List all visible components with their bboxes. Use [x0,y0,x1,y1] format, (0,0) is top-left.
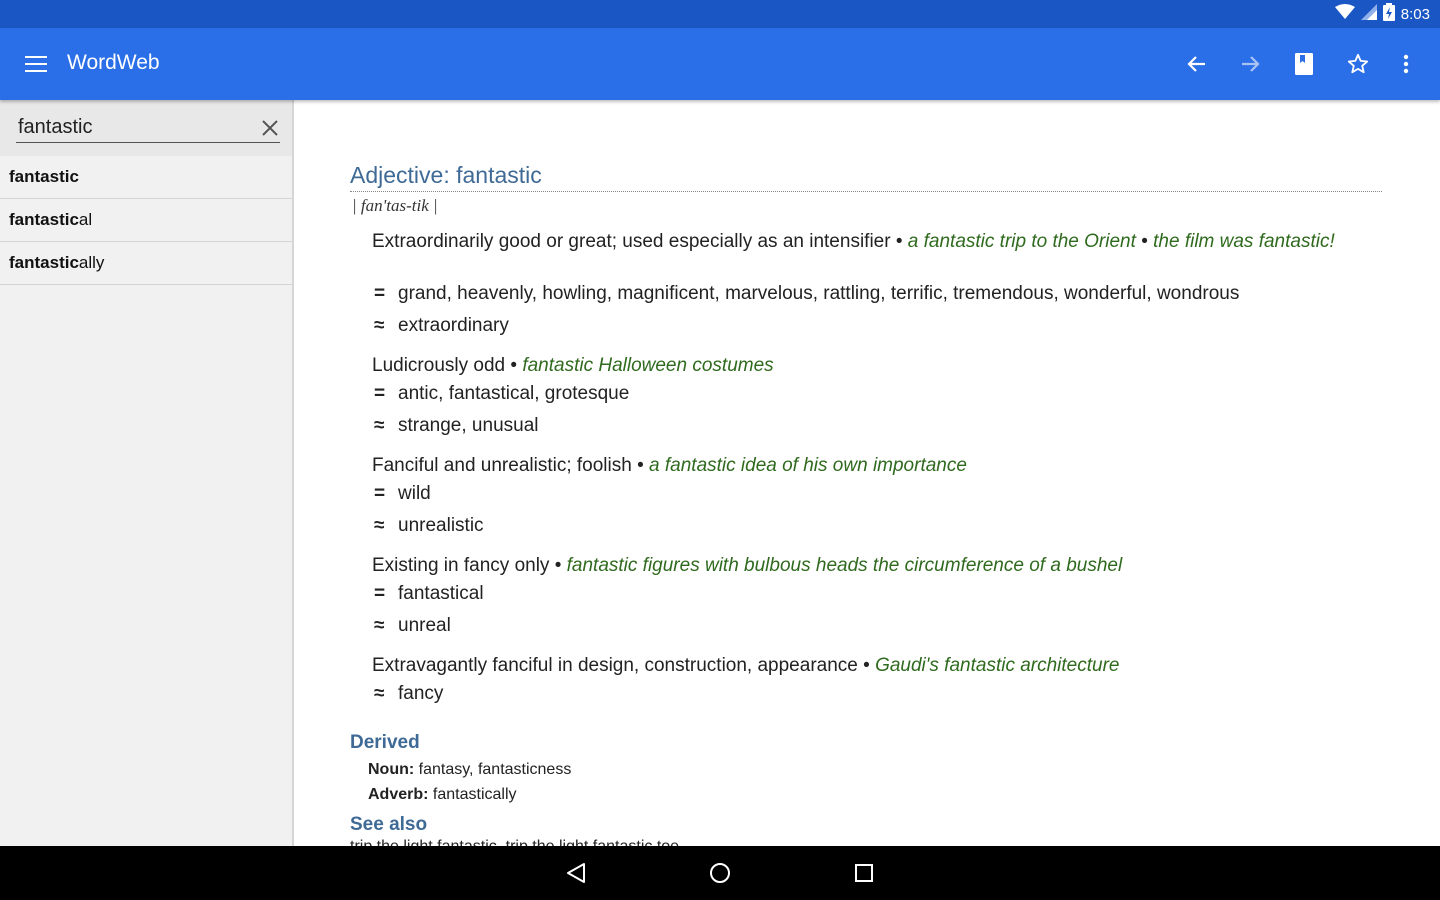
search-input[interactable] [16,112,280,143]
sense-5: 5.Extravagantly fanciful in design, cons… [372,655,1120,676]
more-options-button[interactable] [1388,46,1424,82]
nav-back-button[interactable] [561,858,591,888]
pronunciation: | fan'tas-tik | [352,196,438,215]
back-arrow-icon [1187,56,1205,72]
derived-adverb: Adverb: fantastically [368,786,517,803]
similar-2[interactable]: ≈ strange, unusual [374,415,539,437]
definition-panel: Adjective: fantastic | fan'tas-tik | 1.E… [350,100,1390,846]
example: the film was fantastic! [1153,231,1335,252]
forward-button[interactable] [1232,46,1268,82]
star-icon [1347,53,1369,74]
similar-1[interactable]: ≈ extraordinary [374,315,509,337]
results-list: fantastic fantastical fantastically [0,156,292,285]
status-time: 8:03 [1400,5,1430,23]
see-also-links[interactable]: trip the light fantastic, trip the light… [350,838,679,846]
menu-button[interactable] [18,46,54,82]
synonyms-3[interactable]: = wild [374,483,431,505]
nav-back-icon [567,863,585,883]
battery-icon [1382,3,1395,25]
clear-icon [262,120,278,136]
sense-4: 4.Existing in fancy only • fantastic fig… [372,555,1123,576]
bookmark-button[interactable] [1286,46,1322,82]
example: fantastic Halloween costumes [522,355,774,376]
synonyms-1[interactable]: = grand, heavenly, howling, magnificent, … [374,283,1239,305]
app-title: WordWeb [67,51,160,74]
sense-1: 1.Extraordinarily good or great; used es… [372,231,1335,252]
app-toolbar: WordWeb [0,28,1440,100]
result-item[interactable]: fantastic [0,156,292,199]
derived-words[interactable]: fantasy, fantasticness [419,761,572,778]
entry-heading: Adjective: fantastic [350,162,1382,192]
sense-3: 3.Fanciful and unrealistic; foolish • a … [372,455,967,476]
sense-2: 2.Ludicrously odd • fantastic Halloween … [372,355,774,376]
similar-4[interactable]: ≈ unreal [374,615,451,637]
back-button[interactable] [1179,46,1215,82]
synonyms-4[interactable]: = fantastical [374,583,484,605]
result-item[interactable]: fantastically [0,242,292,285]
example: Gaudi's fantastic architecture [875,655,1120,676]
signal-icon [1360,4,1377,24]
example: fantastic figures with bulbous heads the… [566,555,1123,576]
example: a fantastic idea of his own importance [649,455,967,476]
system-nav-bar [0,846,1440,900]
nav-recents-icon [855,864,873,882]
similar-3[interactable]: ≈ unrealistic [374,515,484,537]
search-box [0,100,292,156]
example: a fantastic trip to the Orient [907,231,1136,252]
result-item[interactable]: fantastical [0,199,292,242]
nav-recents-button[interactable] [849,858,879,888]
nav-home-icon [710,863,730,883]
forward-arrow-icon [1242,56,1260,72]
more-vert-icon [1403,54,1409,74]
wifi-icon [1334,4,1355,24]
similar-5[interactable]: ≈ fancy [374,683,443,705]
bookmark-icon [1295,53,1313,75]
clear-search-button[interactable] [258,116,282,140]
status-bar: 8:03 [0,0,1440,28]
status-icons: 8:03 [1334,0,1430,28]
synonyms-2[interactable]: = antic, fantastical, grotesque [374,383,629,405]
nav-home-button[interactable] [705,858,735,888]
menu-icon [25,56,47,72]
see-also-heading: See also [350,814,428,835]
favorite-button[interactable] [1340,46,1376,82]
derived-heading: Derived [350,732,420,753]
word-list-panel: fantastic fantastical fantastically [0,100,294,846]
derived-words[interactable]: fantastically [433,786,517,803]
derived-noun: Noun: fantasy, fantasticness [368,761,572,778]
